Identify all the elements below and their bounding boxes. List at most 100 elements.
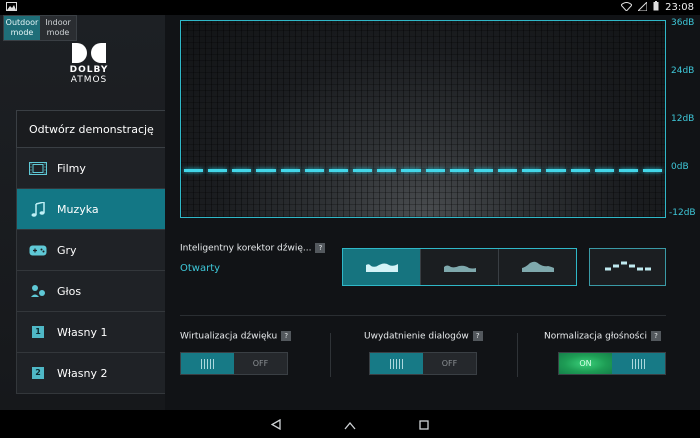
custom-eq-button[interactable] <box>589 248 666 286</box>
equalizer-band-handle[interactable] <box>208 169 228 172</box>
equalizer-band-line <box>184 169 663 172</box>
db-label-minus-12: -12dB <box>669 208 696 218</box>
main-panel: 36dB 24dB 12dB 0dB -12dB Inteligentny ko… <box>165 15 700 410</box>
intelligent-eq-presets <box>342 248 577 286</box>
equalizer-band-handle[interactable] <box>570 169 590 172</box>
volume-leveler-switch[interactable]: ON <box>558 352 666 375</box>
sidebar-item-label: Głos <box>57 284 82 298</box>
virtualization-switch[interactable]: OFF <box>180 352 288 375</box>
intelligent-eq-help-button[interactable]: ? <box>315 243 326 253</box>
sidebar-item-music[interactable]: Muzyka <box>16 189 165 230</box>
preset-focused-button[interactable] <box>499 249 576 285</box>
switch-handle <box>612 353 665 374</box>
equalizer-band-handle[interactable] <box>449 169 469 172</box>
sidebar-item-custom-1[interactable]: 1 Własny 1 <box>16 312 165 353</box>
outdoor-mode-button[interactable]: Outdoor mode <box>4 16 40 40</box>
volume-leveler-help-button[interactable]: ? <box>650 331 661 341</box>
music-note-icon <box>27 201 49 217</box>
preset-rich-icon <box>443 258 477 277</box>
equalizer-grid <box>181 21 665 217</box>
sidebar: Outdoor mode Indoor mode DOLBY ATMOS Odt… <box>0 15 165 410</box>
recents-button[interactable] <box>416 416 432 432</box>
preset-focused-icon <box>521 258 555 277</box>
switch-off-label: OFF <box>423 353 476 374</box>
sidebar-item-label: Gry <box>57 243 77 257</box>
indoor-mode-button[interactable]: Indoor mode <box>40 16 76 40</box>
dolby-app-screen: Outdoor mode Indoor mode DOLBY ATMOS Odt… <box>0 15 700 410</box>
sidebar-item-label: Własny 2 <box>57 366 108 380</box>
home-button[interactable] <box>342 416 358 432</box>
equalizer-band-handle[interactable] <box>522 169 542 172</box>
custom-eq-icon <box>604 258 651 277</box>
equalizer-band-handle[interactable] <box>280 169 300 172</box>
equalizer-band-handle[interactable] <box>232 169 252 172</box>
equalizer-band-handle[interactable] <box>401 169 421 172</box>
equalizer-band-handle[interactable] <box>328 169 349 172</box>
play-demo-button[interactable]: Odtwórz demonstrację <box>16 110 165 148</box>
section-divider <box>180 315 666 316</box>
equalizer-band-handle[interactable] <box>498 169 518 172</box>
intelligent-eq-section: Inteligentny korektor dźwię...? Otwarty <box>180 243 326 274</box>
preset-open-icon <box>365 258 399 277</box>
equalizer-band-handle[interactable] <box>425 169 445 172</box>
switch-off-label: OFF <box>234 353 287 374</box>
navigation-bar <box>0 410 700 438</box>
intelligent-eq-label: Inteligentny korektor dźwię...? <box>180 243 326 254</box>
sidebar-item-label: Własny 1 <box>57 325 108 339</box>
film-icon <box>27 160 49 176</box>
dialog-enhancer-label: Uwydatnienie dialogów? <box>364 331 483 342</box>
recents-square-icon <box>419 415 429 434</box>
equalizer-band-handle[interactable] <box>304 169 324 172</box>
signal-icon <box>636 0 648 14</box>
wifi-icon <box>620 1 633 14</box>
sidebar-item-movies[interactable]: Filmy <box>16 148 165 189</box>
control-divider-2 <box>517 333 518 377</box>
sidebar-item-label: Filmy <box>57 161 86 175</box>
intelligent-eq-value: Otwarty <box>180 262 221 274</box>
voice-icon <box>27 283 49 299</box>
dolby-double-d-icon <box>72 43 106 63</box>
equalizer-band-handle[interactable] <box>184 169 204 172</box>
home-icon <box>344 415 356 434</box>
battery-icon <box>653 1 659 14</box>
equalizer-band-handle[interactable] <box>256 169 276 172</box>
virtualization-help-button[interactable]: ? <box>281 331 292 341</box>
dialog-enhancer-help-button[interactable]: ? <box>472 331 483 341</box>
mode-toggle: Outdoor mode Indoor mode <box>3 15 77 41</box>
dialog-enhancer-switch[interactable]: OFF <box>369 352 477 375</box>
switch-on-label: ON <box>559 353 612 374</box>
graphic-equalizer[interactable] <box>180 20 666 218</box>
equalizer-band-handle[interactable] <box>377 169 397 172</box>
equalizer-band-handle[interactable] <box>618 169 638 172</box>
db-label-0: 0dB <box>671 162 689 172</box>
equalizer-band-handle[interactable] <box>473 169 494 172</box>
virtualization-label: Wirtualizacja dźwięku? <box>180 331 292 342</box>
db-label-24: 24dB <box>671 66 695 76</box>
back-triangle-icon <box>270 415 281 434</box>
picture-icon <box>6 1 17 14</box>
preset-open-button[interactable] <box>343 249 421 285</box>
control-divider-1 <box>330 333 331 377</box>
switch-handle <box>370 353 423 374</box>
number-1-icon: 1 <box>27 324 49 340</box>
preset-rich-button[interactable] <box>421 249 499 285</box>
equalizer-band-handle[interactable] <box>353 169 373 172</box>
dolby-logo: DOLBY ATMOS <box>64 43 114 91</box>
switch-handle <box>181 353 234 374</box>
sidebar-item-custom-2[interactable]: 2 Własny 2 <box>16 353 165 394</box>
equalizer-band-handle[interactable] <box>594 169 614 172</box>
back-button[interactable] <box>268 416 284 432</box>
equalizer-band-handle[interactable] <box>642 169 663 172</box>
sidebar-item-voice[interactable]: Głos <box>16 271 165 312</box>
status-bar: 23:08 <box>0 0 700 15</box>
db-label-12: 12dB <box>671 114 695 124</box>
number-2-icon: 2 <box>27 365 49 381</box>
sidebar-item-games[interactable]: Gry <box>16 230 165 271</box>
profile-menu: Filmy Muzyka Gry Głos 1 Własny 1 2 Własn… <box>16 148 165 394</box>
gamepad-icon <box>27 242 49 258</box>
sidebar-item-label: Muzyka <box>57 202 99 216</box>
volume-leveler-label: Normalizacja głośności? <box>544 331 661 342</box>
equalizer-band-handle[interactable] <box>546 169 566 172</box>
db-label-36: 36dB <box>671 18 695 28</box>
clock: 23:08 <box>665 2 694 13</box>
